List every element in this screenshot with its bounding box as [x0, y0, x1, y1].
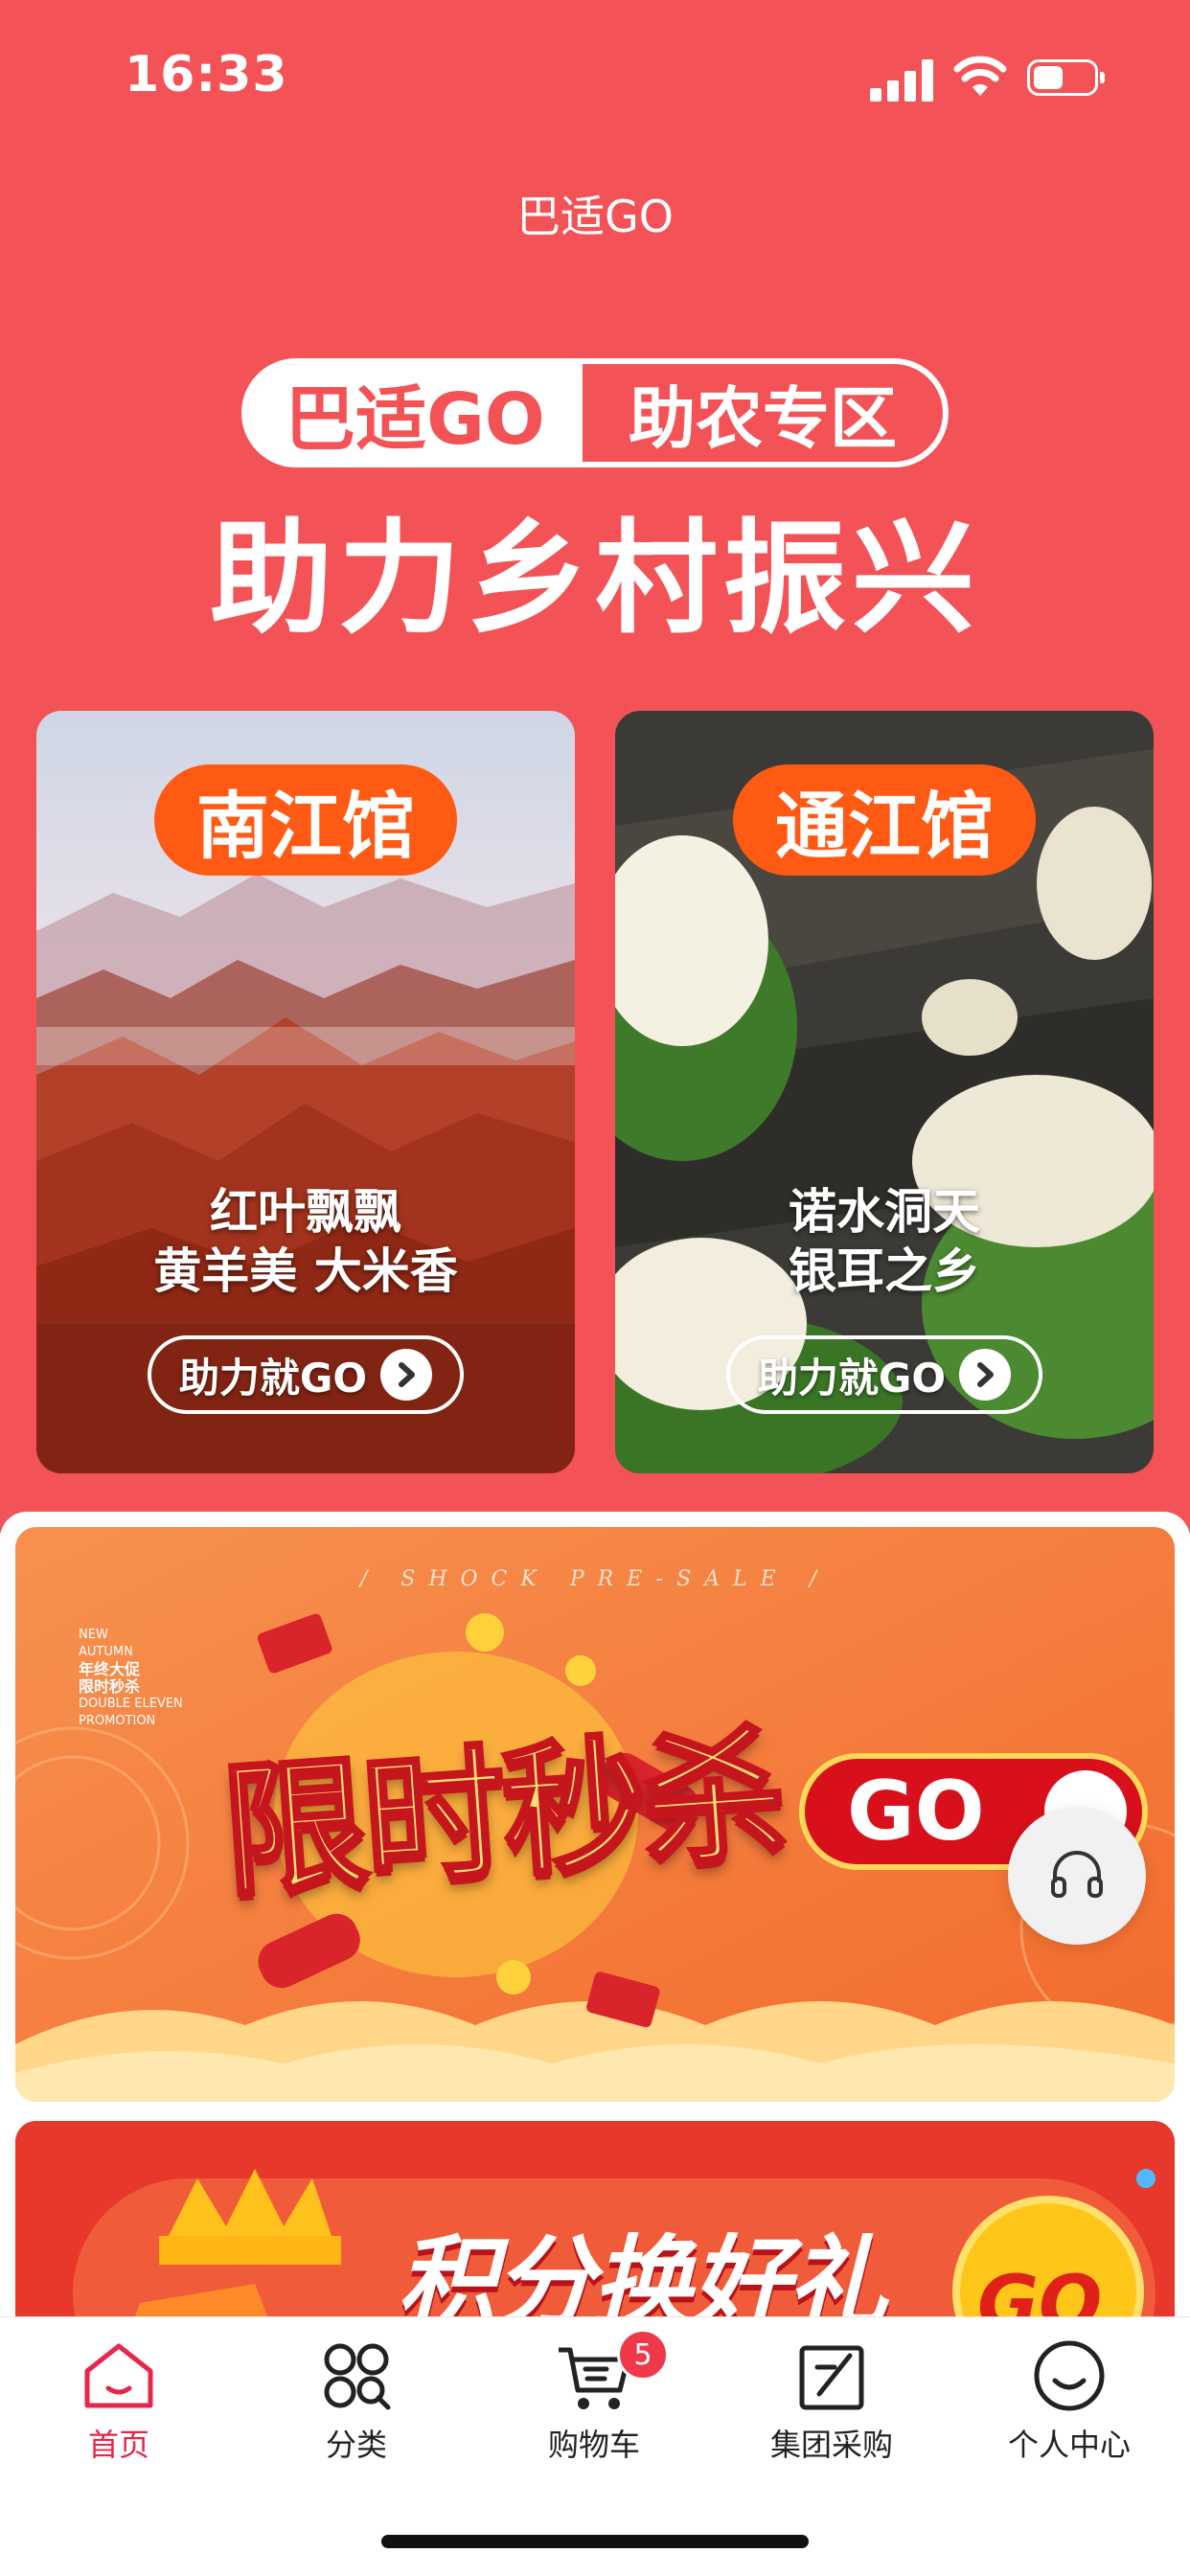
- flash-sale-mini-text: NEW AUTUMN 年终大促 限时秒杀 DOUBLE ELEVEN PROMO…: [79, 1627, 183, 1730]
- card-title: 南江馆: [154, 764, 457, 876]
- tab-label: 集团采购: [769, 2427, 893, 2463]
- home-indicator: [381, 2535, 809, 2548]
- flash-sale-go-label: GO: [847, 1764, 985, 1859]
- mini-line: AUTUMN: [79, 1645, 133, 1659]
- tab-group-purchase[interactable]: 集团采购: [713, 2335, 950, 2465]
- flash-sale-banner[interactable]: / SHOCK PRE-SALE / NEW AUTUMN 年终大促 限时秒杀 …: [15, 1527, 1175, 2102]
- cart-count-badge: 5: [617, 2329, 669, 2381]
- flash-sale-subtitle: / SHOCK PRE-SALE /: [359, 1567, 831, 1591]
- tab-label: 分类: [325, 2427, 387, 2463]
- tab-category[interactable]: 分类: [238, 2335, 475, 2465]
- card-tongjiang[interactable]: 通江馆 诺水洞天 银耳之乡 助力就GO: [615, 711, 1154, 1473]
- customer-service-button[interactable]: [1008, 1807, 1146, 1945]
- hero-title: 助力乡村振兴: [209, 508, 980, 650]
- category-icon: [324, 2343, 391, 2410]
- card-slogan-line1: 红叶飘飘: [210, 1184, 401, 1240]
- status-bar: 16:33: [0, 0, 1190, 153]
- mini-line: PROMOTION: [79, 1714, 156, 1728]
- flash-sale-title: 限时秒杀: [217, 1710, 790, 1919]
- card-slogan-line2: 银耳之乡: [789, 1243, 980, 1299]
- home-icon: [84, 2343, 153, 2408]
- tab-label: 首页: [87, 2427, 149, 2463]
- hero-brand: 巴适GO: [247, 364, 583, 462]
- chevron-right-icon: [959, 1349, 1012, 1401]
- mini-line: NEW: [79, 1628, 108, 1642]
- tab-label: 个人中心: [1007, 2427, 1131, 2463]
- signal-icon: [870, 59, 933, 102]
- purchase-icon: [799, 2345, 864, 2410]
- wifi-icon: [953, 56, 1007, 96]
- card-go-button[interactable]: 助力就GO: [148, 1335, 464, 1414]
- battery-level: [1034, 66, 1063, 89]
- card-go-button[interactable]: 助力就GO: [726, 1335, 1042, 1414]
- card-title: 通江馆: [733, 764, 1036, 876]
- tab-profile[interactable]: 个人中心: [950, 2335, 1188, 2465]
- battery-icon: [1027, 59, 1105, 96]
- tab-home[interactable]: 首页: [0, 2335, 238, 2465]
- card-nanjiang[interactable]: 南江馆 红叶飘飘 黄羊美 大米香 助力就GO: [36, 711, 575, 1473]
- tab-label: 购物车: [547, 2427, 640, 2463]
- app-title: 巴适GO: [516, 191, 674, 242]
- headset-icon: [1051, 1851, 1103, 1898]
- mini-line: 限时秒杀: [79, 1677, 141, 1696]
- profile-icon: [1034, 2340, 1105, 2411]
- chevron-right-icon: [380, 1349, 433, 1401]
- status-time: 16:33: [125, 46, 288, 103]
- tab-cart[interactable]: 5 购物车: [475, 2329, 713, 2465]
- card-slogan-line2: 黄羊美 大米香: [153, 1243, 458, 1299]
- card-go-label: 助力就GO: [757, 1354, 947, 1402]
- hero-zone: 助农专区: [629, 378, 897, 458]
- mini-line: DOUBLE ELEVEN: [79, 1697, 183, 1711]
- hero-pill: 巴适GO 助农专区: [241, 358, 949, 467]
- card-go-label: 助力就GO: [178, 1354, 368, 1402]
- mini-line: 年终大促: [79, 1660, 141, 1678]
- card-slogan-line1: 诺水洞天: [789, 1184, 980, 1240]
